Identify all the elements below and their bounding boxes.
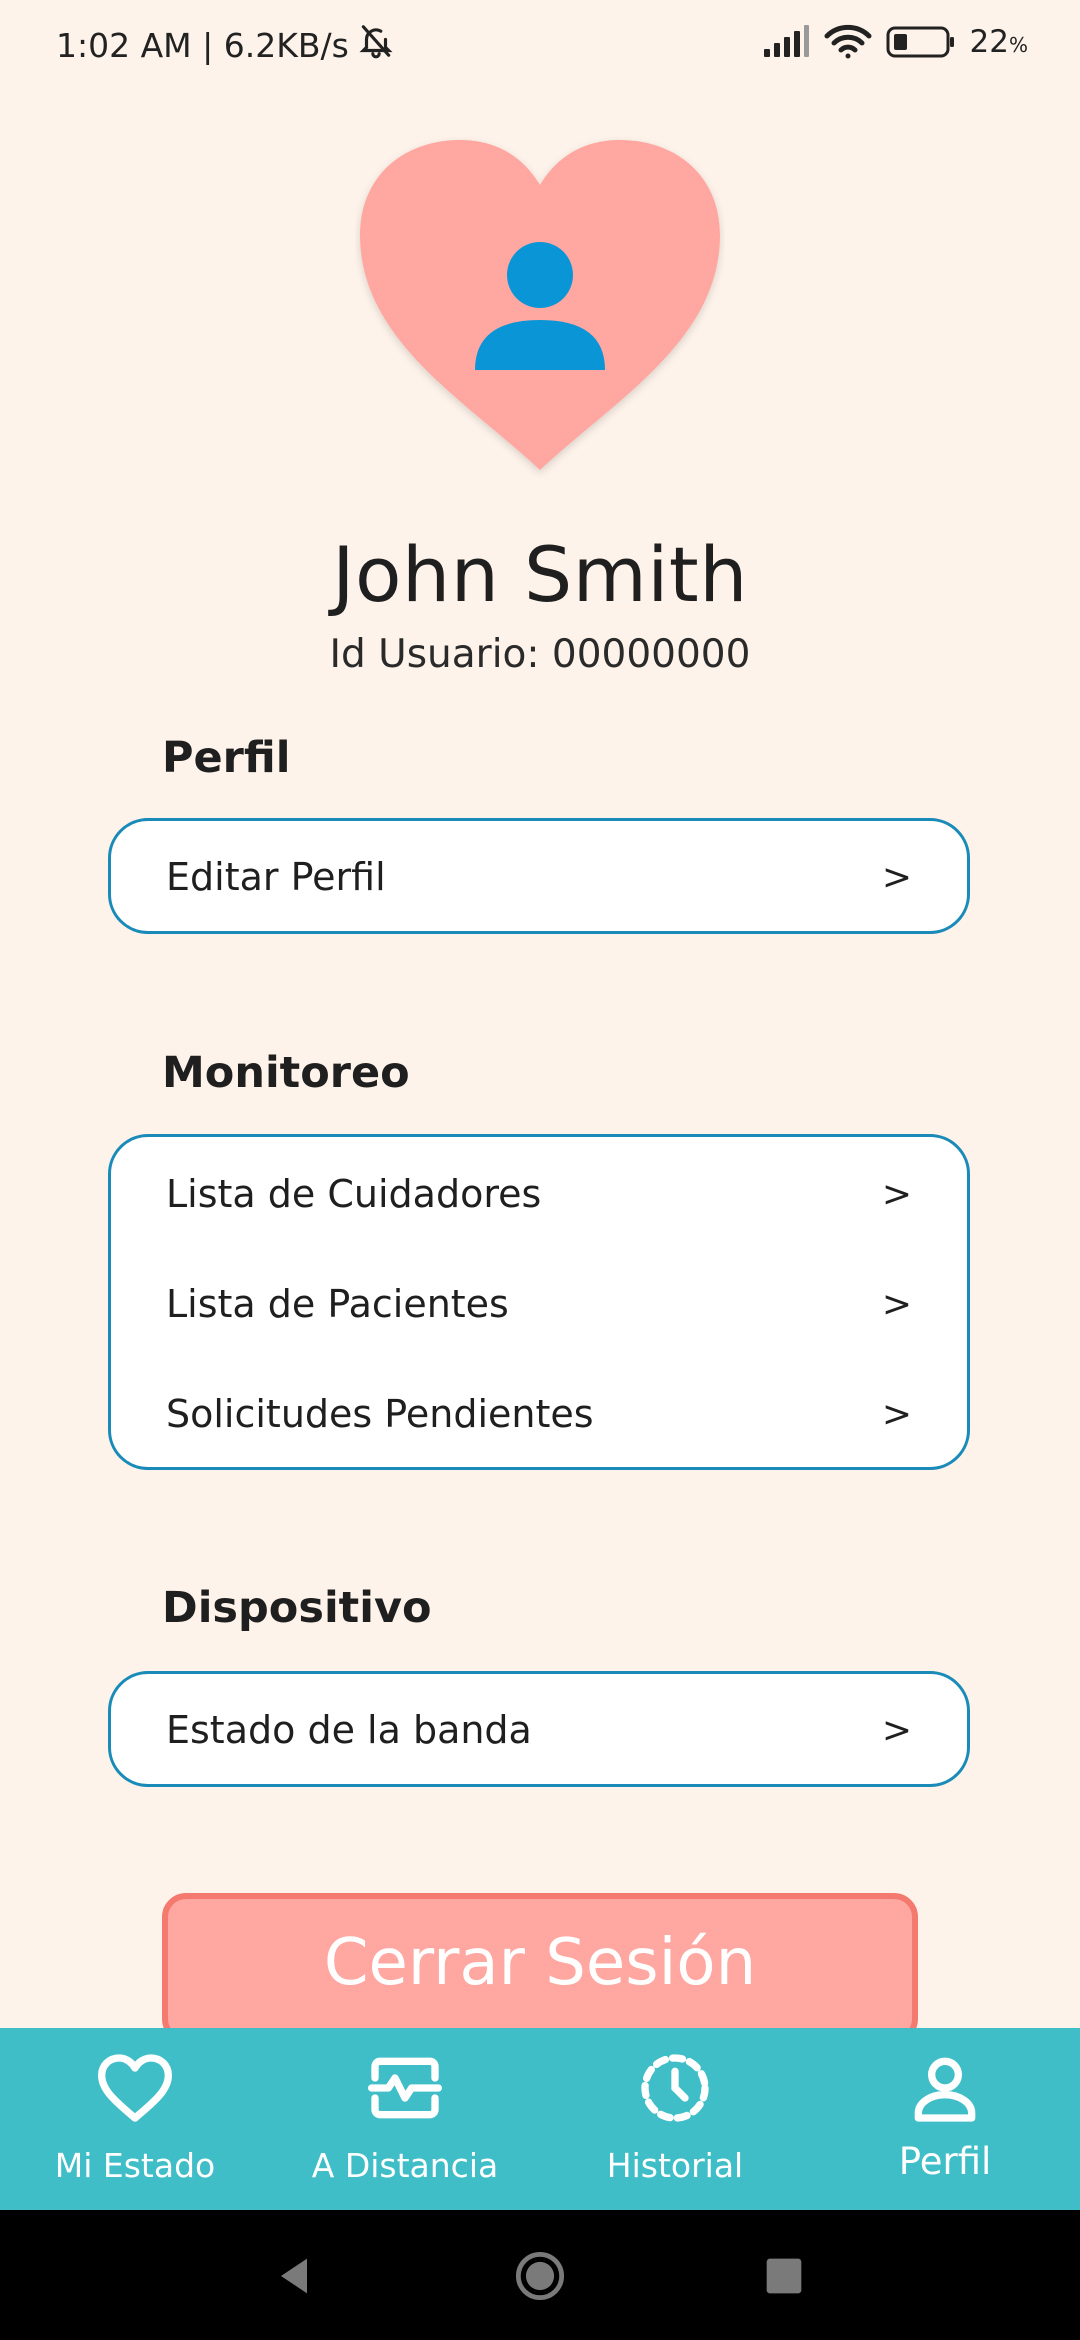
recents-icon[interactable]: [758, 2250, 810, 2302]
status-right: 22%: [762, 24, 1028, 60]
status-left: 1:02 AM | 6.2KB/s: [56, 22, 395, 68]
nav-label: Mi Estado: [54, 2146, 216, 2185]
back-icon[interactable]: [268, 2250, 320, 2302]
menu-item-label: Lista de Cuidadores: [166, 1172, 542, 1216]
status-bar: 1:02 AM | 6.2KB/s 22%: [0, 0, 1080, 96]
menu-item-estado-banda[interactable]: Estado de la banda >: [166, 1700, 912, 1760]
card-perfil: Editar Perfil >: [108, 818, 970, 934]
wifi-icon: [824, 24, 872, 60]
battery-icon: [886, 25, 956, 59]
battery-percent: 22%: [969, 24, 1028, 60]
monitor-pulse-icon: [368, 2057, 443, 2119]
card-dispositivo: Estado de la banda >: [108, 1671, 970, 1787]
user-icon: [914, 2057, 976, 2122]
chevron-right-icon: >: [881, 1173, 912, 1215]
section-title-perfil: Perfil: [162, 733, 291, 783]
home-icon[interactable]: [514, 2250, 566, 2302]
profile-avatar: [355, 130, 725, 480]
chevron-right-icon: >: [881, 1709, 912, 1751]
chevron-right-icon: >: [881, 856, 912, 898]
user-id: Id Usuario: 00000000: [329, 632, 751, 677]
nav-label: Perfil: [898, 2140, 992, 2183]
user-name: John Smith: [332, 530, 748, 619]
nav-label: A Distancia: [311, 2146, 499, 2185]
menu-item-label: Lista de Pacientes: [166, 1282, 509, 1326]
clock-icon: [641, 2054, 709, 2122]
menu-item-editar-perfil[interactable]: Editar Perfil >: [166, 847, 912, 907]
status-time-speed: 1:02 AM | 6.2KB/s: [56, 25, 349, 65]
person-head: [507, 242, 573, 308]
system-nav-bar: [0, 2210, 1080, 2340]
menu-item-label: Estado de la banda: [166, 1708, 532, 1752]
chevron-right-icon: >: [881, 1393, 912, 1435]
heart-icon: [98, 2054, 172, 2122]
bell-off-icon: [357, 22, 395, 68]
section-title-monitoreo: Monitoreo: [162, 1048, 410, 1098]
nav-item-perfil[interactable]: Perfil: [810, 2028, 1080, 2210]
nav-item-historial[interactable]: Historial: [540, 2028, 810, 2210]
menu-item-label: Editar Perfil: [166, 855, 386, 899]
nav-item-mi-estado[interactable]: Mi Estado: [0, 2028, 270, 2210]
chevron-right-icon: >: [881, 1283, 912, 1325]
menu-item-lista-pacientes[interactable]: Lista de Pacientes >: [166, 1274, 912, 1334]
signal-icon: [762, 25, 810, 59]
menu-item-label: Solicitudes Pendientes: [166, 1392, 594, 1436]
bottom-nav: Mi Estado A Distancia Historial Perfil: [0, 2028, 1080, 2210]
menu-item-solicitudes-pendientes[interactable]: Solicitudes Pendientes >: [166, 1384, 912, 1444]
card-monitoreo: Lista de Cuidadores > Lista de Pacientes…: [108, 1134, 970, 1470]
section-title-dispositivo: Dispositivo: [162, 1583, 432, 1633]
logout-button[interactable]: Cerrar Sesión: [162, 1893, 918, 2043]
menu-item-lista-cuidadores[interactable]: Lista de Cuidadores >: [166, 1164, 912, 1224]
nav-item-a-distancia[interactable]: A Distancia: [270, 2028, 540, 2210]
nav-label: Historial: [606, 2146, 744, 2185]
